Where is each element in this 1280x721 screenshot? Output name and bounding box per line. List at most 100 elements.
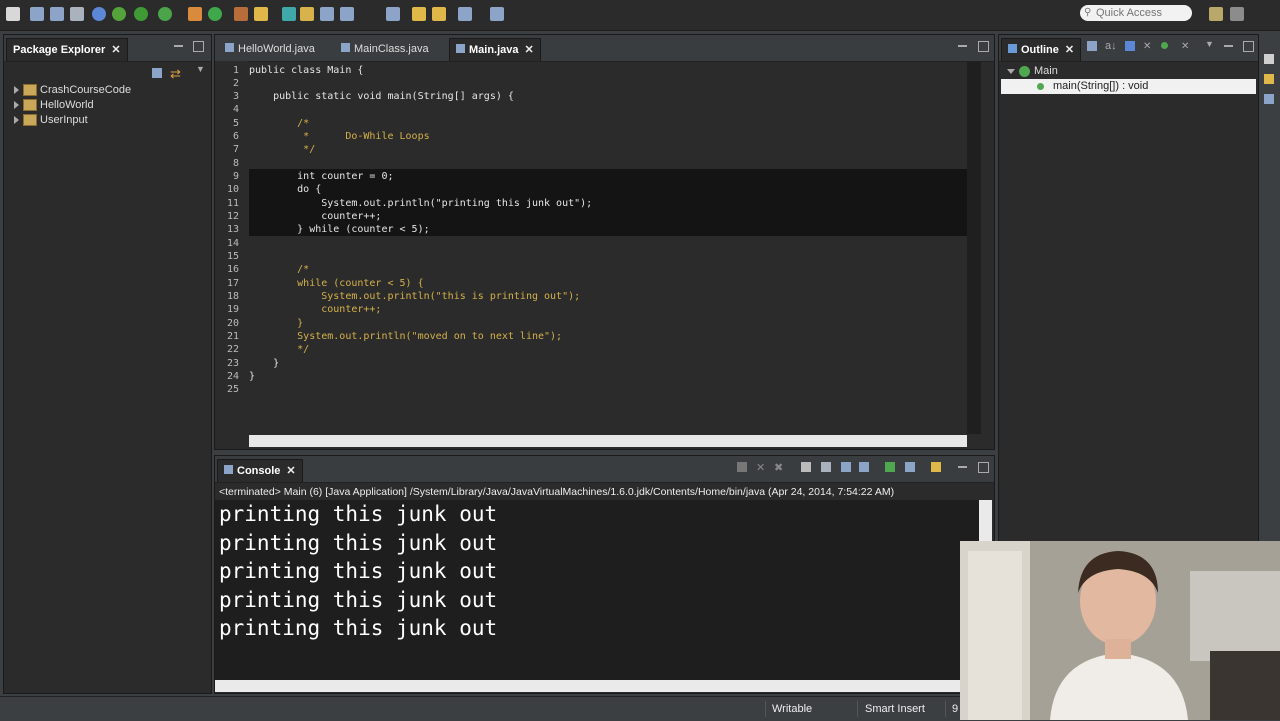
display-console-icon[interactable] xyxy=(905,462,915,472)
remove-launch-icon[interactable]: ✕ xyxy=(756,461,765,474)
code-line[interactable]: do { xyxy=(249,183,321,196)
remove-all-icon[interactable]: ✖ xyxy=(774,461,783,474)
tab-package-explorer[interactable]: Package Explorer ✕ xyxy=(6,38,128,61)
code-line[interactable]: */ xyxy=(249,143,315,156)
code-line[interactable]: * Do-While Loops xyxy=(249,130,429,143)
maximize-icon[interactable] xyxy=(978,462,989,473)
link-editor-icon[interactable]: ⇄ xyxy=(170,66,181,82)
print-icon[interactable] xyxy=(70,7,84,21)
java-perspective-icon[interactable] xyxy=(1230,7,1244,21)
code-line[interactable]: } xyxy=(249,370,255,383)
code-line[interactable]: System.out.println("printing this junk o… xyxy=(249,197,592,210)
new-icon[interactable] xyxy=(6,7,20,21)
code-line[interactable]: /* xyxy=(249,263,309,276)
close-icon[interactable]: ✕ xyxy=(286,465,295,477)
code-line[interactable]: public static void main(String[] args) { xyxy=(249,90,514,103)
hide-local-types-icon[interactable]: ✕ xyxy=(1181,41,1189,52)
tab-main[interactable]: Main.java ✕ xyxy=(449,38,541,61)
view-menu-icon[interactable]: ▼ xyxy=(1205,39,1214,49)
clear-console-icon[interactable] xyxy=(801,462,811,472)
last-edit-icon[interactable] xyxy=(386,7,400,21)
new-class-icon[interactable] xyxy=(208,7,222,21)
task-list-icon[interactable] xyxy=(1264,54,1274,64)
code-line[interactable]: System.out.println("moved on to next lin… xyxy=(249,330,562,343)
code-line[interactable]: } xyxy=(249,317,303,330)
maximize-icon[interactable] xyxy=(978,41,989,52)
hide-static-icon[interactable]: ✕ xyxy=(1143,41,1151,52)
horizontal-scrollbar[interactable] xyxy=(249,435,967,447)
code-line[interactable]: } while (counter < 5); xyxy=(249,223,429,236)
code-line[interactable]: int counter = 0; xyxy=(249,170,393,183)
tree-item-project[interactable]: UserInput xyxy=(14,113,88,128)
run-last-icon[interactable] xyxy=(134,7,148,21)
annotation-icon[interactable] xyxy=(282,7,296,21)
word-wrap-icon[interactable] xyxy=(841,462,851,472)
outline-class-item[interactable]: Main xyxy=(1007,64,1058,79)
prev-annotation-icon[interactable] xyxy=(320,7,334,21)
back-dropdown-icon[interactable] xyxy=(432,7,446,21)
overview-ruler[interactable] xyxy=(967,62,981,434)
tab-console[interactable]: Console ✕ xyxy=(217,459,303,482)
hide-fields-icon[interactable] xyxy=(1125,41,1135,51)
forward-icon[interactable] xyxy=(458,7,472,21)
code-line[interactable]: /* xyxy=(249,117,309,130)
open-console-icon[interactable] xyxy=(931,462,941,472)
expand-arrow-icon[interactable] xyxy=(14,116,19,125)
tab-outline[interactable]: Outline ✕ xyxy=(1001,38,1082,61)
save-icon[interactable] xyxy=(30,7,44,21)
open-perspective-icon[interactable] xyxy=(1209,7,1223,21)
tab-mainclass[interactable]: MainClass.java xyxy=(335,38,435,60)
new-package-icon[interactable] xyxy=(188,7,202,21)
back-icon[interactable] xyxy=(412,7,426,21)
outline-method-item[interactable]: main(String[]) : void xyxy=(1001,79,1256,94)
show-on-output-icon[interactable] xyxy=(859,462,869,472)
collapse-all-icon[interactable] xyxy=(152,68,162,78)
save-all-icon[interactable] xyxy=(50,7,64,21)
code-line[interactable]: while (counter < 5) { xyxy=(249,277,423,290)
tree-item-project[interactable]: CrashCourseCode xyxy=(14,83,131,98)
maximize-icon[interactable] xyxy=(1243,41,1254,52)
pin-icon[interactable] xyxy=(490,7,504,21)
debug-icon[interactable] xyxy=(92,7,106,21)
close-icon[interactable]: ✕ xyxy=(111,44,120,56)
minimize-icon[interactable] xyxy=(1224,45,1233,47)
pin-console-icon[interactable] xyxy=(885,462,895,472)
tree-item-project[interactable]: HelloWorld xyxy=(14,98,94,113)
expand-arrow-icon[interactable] xyxy=(14,101,19,110)
problems-icon[interactable] xyxy=(1264,74,1274,84)
sort-icon[interactable]: a↓ xyxy=(1105,40,1117,52)
javadoc-icon[interactable] xyxy=(1264,94,1274,104)
code-line[interactable]: counter++; xyxy=(249,210,381,223)
quick-access-input[interactable] xyxy=(1096,5,1188,21)
run-icon[interactable] xyxy=(112,7,126,21)
quick-access-field[interactable]: ⚲ xyxy=(1080,5,1192,21)
console-output-area[interactable]: printing this junk out printing this jun… xyxy=(215,500,979,680)
minimize-icon[interactable] xyxy=(958,45,967,47)
next-annotation-icon[interactable] xyxy=(300,7,314,21)
console-horizontal-scrollbar[interactable] xyxy=(215,680,979,692)
search-icon[interactable] xyxy=(254,7,268,21)
code-line[interactable]: System.out.println("this is printing out… xyxy=(249,290,580,303)
open-type-icon[interactable] xyxy=(234,7,248,21)
maximize-icon[interactable] xyxy=(193,41,204,52)
hide-nonpublic-icon[interactable] xyxy=(1161,42,1168,49)
collapse-arrow-icon[interactable] xyxy=(1007,68,1015,74)
view-menu-icon[interactable]: ▼ xyxy=(196,64,205,74)
minimize-icon[interactable] xyxy=(958,466,967,468)
code-line[interactable]: counter++; xyxy=(249,303,381,316)
toggle-mark-icon[interactable] xyxy=(340,7,354,21)
code-line[interactable]: public class Main { xyxy=(249,64,363,77)
minimize-icon[interactable] xyxy=(174,45,183,47)
collapse-all-icon[interactable] xyxy=(1087,41,1097,51)
code-line[interactable]: } xyxy=(249,357,279,370)
close-icon[interactable]: ✕ xyxy=(1065,44,1074,56)
expand-arrow-icon[interactable] xyxy=(14,86,19,95)
terminate-icon[interactable] xyxy=(737,462,747,472)
tab-helloworld[interactable]: HelloWorld.java xyxy=(219,38,321,60)
insert-mode-status[interactable]: Smart Insert xyxy=(865,697,925,721)
external-tools-icon[interactable] xyxy=(158,7,172,21)
close-icon[interactable]: ✕ xyxy=(525,44,534,56)
line-number: 2 xyxy=(232,78,239,89)
scroll-lock-icon[interactable] xyxy=(821,462,831,472)
code-line[interactable]: */ xyxy=(249,343,309,356)
